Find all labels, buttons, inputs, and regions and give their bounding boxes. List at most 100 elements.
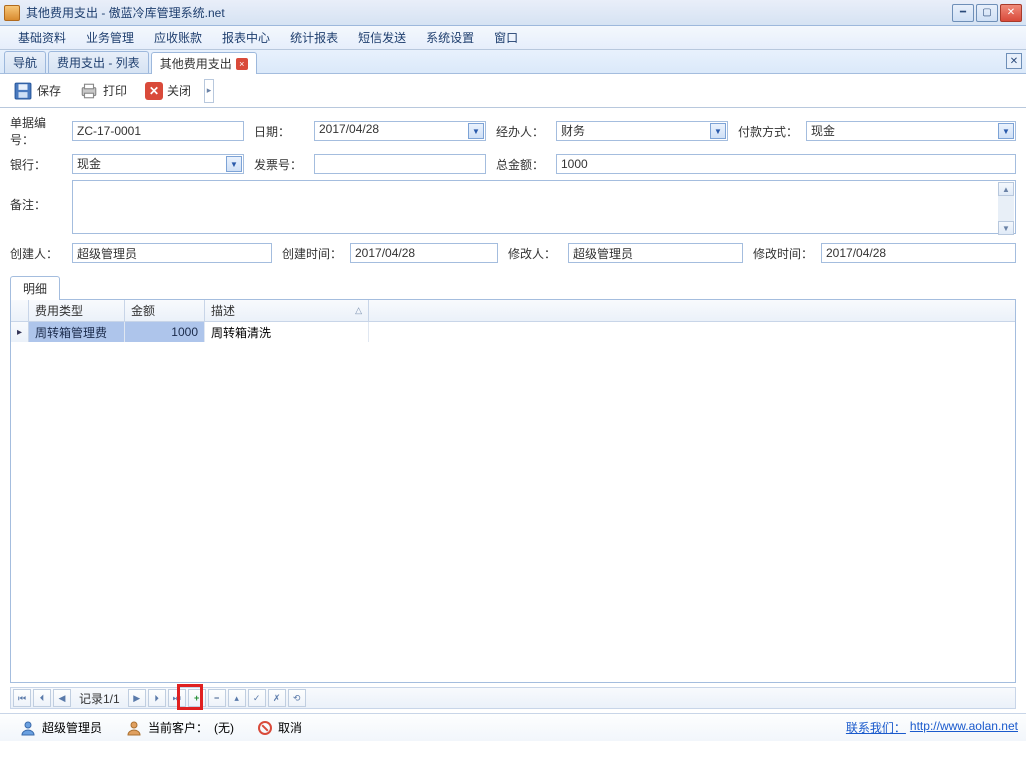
form-area: 单据编号： 日期： 2017/04/28 ▼ 经办人： 财务 ▼ 付款方式： 现… [0, 108, 1026, 275]
toolbar-overflow-button[interactable]: ▸ [204, 79, 214, 103]
menu-report-center[interactable]: 报表中心 [212, 26, 280, 49]
titlebar: 其他费用支出 - 傲蓝冷库管理系统.net ━ ▢ ✕ [0, 0, 1026, 26]
contact-url: http://www.aolan.net [910, 719, 1018, 736]
close-window-button[interactable]: ✕ [1000, 4, 1022, 22]
handler-label: 经办人： [496, 123, 556, 140]
nav-edit-button[interactable]: ▴ [228, 689, 246, 707]
pay-method-label: 付款方式： [738, 123, 806, 140]
total-label: 总金额： [496, 156, 556, 173]
contact-link[interactable]: 联系我们： http://www.aolan.net [846, 719, 1018, 736]
tab-other-expense[interactable]: 其他费用支出 × [151, 52, 257, 74]
col-desc[interactable]: 描述△ [205, 300, 369, 321]
textarea-scrollbar[interactable]: ▲▼ [998, 182, 1014, 235]
detail-section: 明细 费用类型 金额 描述△ ▸ 周转箱管理费 1000 周转箱清洗 [0, 275, 1026, 687]
tab-expense-list-label: 费用支出 - 列表 [57, 54, 140, 71]
menu-basic-data[interactable]: 基础资料 [8, 26, 76, 49]
dropdown-icon[interactable]: ▼ [998, 123, 1014, 139]
bank-select[interactable]: 现金 ▼ [72, 154, 244, 174]
modify-time-field [821, 243, 1016, 263]
tabstrip: 导航 费用支出 - 列表 其他费用支出 × ✕ [0, 50, 1026, 74]
maximize-button[interactable]: ▢ [976, 4, 998, 22]
detail-tab[interactable]: 明细 [10, 276, 60, 300]
nav-prev-page-button[interactable]: ⏴ [33, 689, 51, 707]
detail-grid: 费用类型 金额 描述△ ▸ 周转箱管理费 1000 周转箱清洗 [10, 299, 1016, 683]
menubar: 基础资料 业务管理 应收账款 报表中心 统计报表 短信发送 系统设置 窗口 [0, 26, 1026, 50]
toolbar: 保存 打印 ✕ 关闭 ▸ [0, 74, 1026, 108]
close-label: 关闭 [167, 82, 191, 99]
print-icon [79, 81, 99, 101]
handler-select[interactable]: 财务 ▼ [556, 121, 728, 141]
menu-sms[interactable]: 短信发送 [348, 26, 416, 49]
close-button[interactable]: ✕ 关闭 [138, 78, 198, 104]
cell-type[interactable]: 周转箱管理费 [29, 322, 125, 342]
window-title: 其他费用支出 - 傲蓝冷库管理系统.net [26, 4, 952, 21]
save-label: 保存 [37, 82, 61, 99]
bank-label: 银行： [10, 156, 72, 173]
status-client-value: (无) [214, 719, 234, 736]
close-icon: ✕ [145, 82, 163, 100]
tab-navigation-label: 导航 [13, 54, 37, 71]
nav-prev-button[interactable]: ◀ [53, 689, 71, 707]
table-row[interactable]: ▸ 周转箱管理费 1000 周转箱清洗 [11, 322, 1015, 342]
nav-cancel-button[interactable]: ✗ [268, 689, 286, 707]
menu-business[interactable]: 业务管理 [76, 26, 144, 49]
date-label: 日期： [254, 123, 314, 140]
sort-icon: △ [355, 305, 362, 316]
status-cancel-button[interactable]: 取消 [246, 719, 314, 736]
dropdown-icon[interactable]: ▼ [468, 123, 484, 139]
row-indicator-icon: ▸ [11, 322, 29, 342]
handler-value: 财务 [561, 124, 585, 138]
pay-method-select[interactable]: 现金 ▼ [806, 121, 1016, 141]
nav-next-button[interactable]: ▶ [128, 689, 146, 707]
total-input[interactable] [556, 154, 1016, 174]
print-label: 打印 [103, 82, 127, 99]
tab-close-icon[interactable]: × [236, 58, 248, 70]
minimize-button[interactable]: ━ [952, 4, 974, 22]
menu-receivable[interactable]: 应收账款 [144, 26, 212, 49]
tab-expense-list[interactable]: 费用支出 - 列表 [48, 51, 149, 73]
menu-system[interactable]: 系统设置 [416, 26, 484, 49]
menu-window[interactable]: 窗口 [484, 26, 528, 49]
date-input[interactable]: 2017/04/28 ▼ [314, 121, 486, 141]
user-icon [20, 720, 36, 736]
pay-method-value: 现金 [811, 124, 835, 138]
status-client-label: 当前客户： [148, 719, 208, 736]
contact-label: 联系我们： [846, 719, 906, 736]
dropdown-icon[interactable]: ▼ [710, 123, 726, 139]
remark-label: 备注： [10, 180, 72, 213]
bank-value: 现金 [77, 157, 101, 171]
menu-stats[interactable]: 统计报表 [280, 26, 348, 49]
print-button[interactable]: 打印 [72, 77, 134, 105]
date-value: 2017/04/28 [319, 122, 379, 136]
record-navigator: ⏮ ⏴ ◀ 记录1/1 ▶ ⏵ ⏭ + − ▴ ✓ ✗ ⟲ [10, 687, 1016, 709]
tabstrip-close-button[interactable]: ✕ [1006, 53, 1022, 69]
nav-last-button[interactable]: ⏭ [168, 689, 186, 707]
nav-first-button[interactable]: ⏮ [13, 689, 31, 707]
nav-delete-button[interactable]: − [208, 689, 226, 707]
nav-add-button[interactable]: + [188, 689, 206, 707]
client-icon [126, 720, 142, 736]
nav-next-page-button[interactable]: ⏵ [148, 689, 166, 707]
remark-textarea[interactable] [72, 180, 1016, 234]
modifier-label: 修改人： [508, 245, 568, 262]
invoice-input[interactable] [314, 154, 486, 174]
nav-refresh-button[interactable]: ⟲ [288, 689, 306, 707]
order-no-input[interactable] [72, 121, 244, 141]
col-expense-type[interactable]: 费用类型 [29, 300, 125, 321]
cell-desc[interactable]: 周转箱清洗 [205, 322, 369, 342]
nav-record-label: 记录1/1 [73, 690, 126, 707]
status-user: 超级管理员 [42, 719, 102, 736]
col-amount[interactable]: 金额 [125, 300, 205, 321]
row-indicator-header [11, 300, 29, 321]
creator-field [72, 243, 272, 263]
cell-amount[interactable]: 1000 [125, 322, 205, 342]
save-button[interactable]: 保存 [6, 77, 68, 105]
creator-label: 创建人： [10, 245, 72, 262]
app-icon [4, 5, 20, 21]
modify-time-label: 修改时间： [753, 245, 821, 262]
modifier-field [568, 243, 743, 263]
dropdown-icon[interactable]: ▼ [226, 156, 242, 172]
tab-navigation[interactable]: 导航 [4, 51, 46, 73]
tab-other-expense-label: 其他费用支出 [160, 55, 232, 72]
nav-commit-button[interactable]: ✓ [248, 689, 266, 707]
